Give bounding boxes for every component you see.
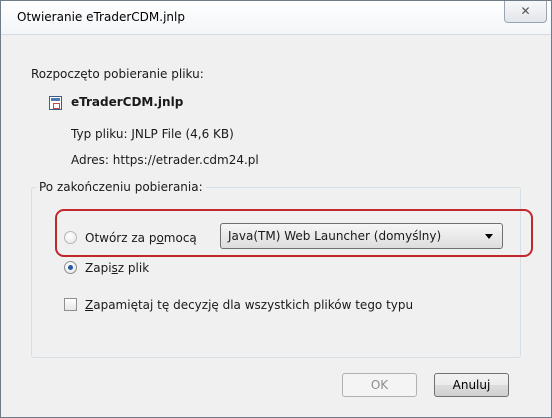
file-name: eTraderCDM.jnlp [71,95,184,109]
title-bar[interactable]: Otwieranie eTraderCDM.jnlp ✕ [1,1,551,35]
open-with-app-value: Java(TM) Web Launcher (domyślny) [228,229,442,243]
file-address-text: Adres: https://etrader.cdm24.pl [71,153,259,167]
remember-decision-label[interactable]: Zapamiętaj tę decyzję dla wszystkich pli… [85,298,413,312]
window-title: Otwieranie eTraderCDM.jnlp [17,10,185,24]
open-with-app-dropdown[interactable]: Java(TM) Web Launcher (domyślny) [220,223,503,249]
save-file-label[interactable]: Zapisz plik [85,261,149,275]
ok-button[interactable]: OK [342,373,417,397]
dropdown-arrow-icon [485,234,493,239]
open-with-label[interactable]: Otwórz za pomocą [85,231,197,245]
close-icon: ✕ [520,4,531,18]
file-type-text: Typ pliku: JNLP File (4,6 KB) [71,127,234,141]
jnlp-file-icon [49,96,62,110]
group-label: Po zakończeniu pobierania: [36,180,206,194]
download-intro: Rozpoczęto pobieranie pliku: [31,67,204,81]
remember-decision-checkbox[interactable] [64,298,77,311]
dialog-content: Rozpoczęto pobieranie pliku: eTraderCDM.… [19,47,535,411]
close-button[interactable]: ✕ [504,1,547,23]
save-file-radio[interactable] [64,261,77,274]
open-with-radio[interactable] [64,231,77,244]
cancel-button[interactable]: Anuluj [434,373,509,397]
dialog-window: Otwieranie eTraderCDM.jnlp ✕ Rozpoczęto … [0,0,552,418]
